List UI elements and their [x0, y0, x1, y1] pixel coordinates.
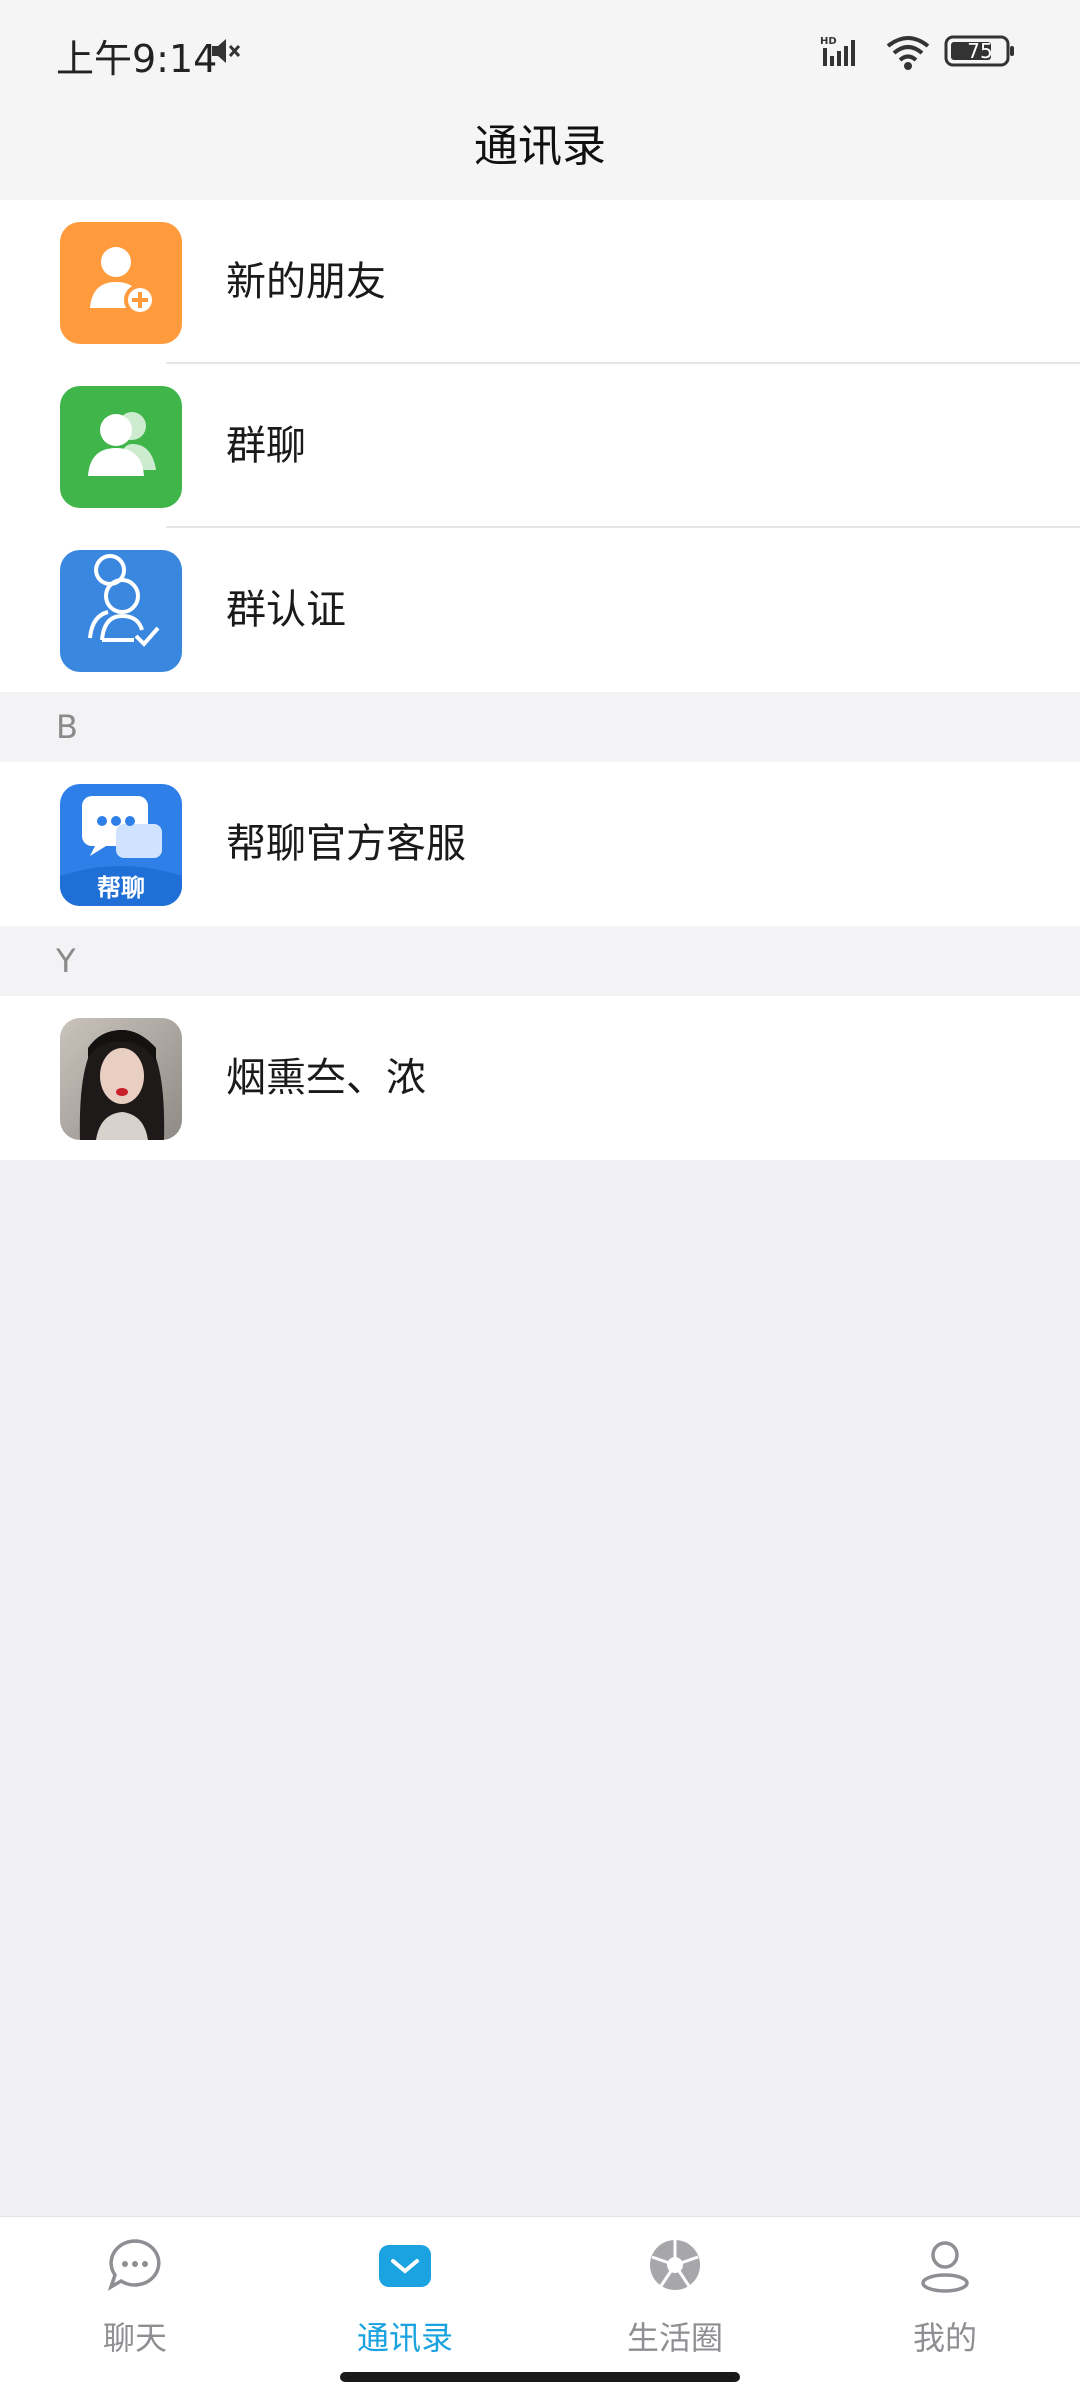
tab-chat[interactable]: 聊天: [0, 2217, 270, 2400]
battery-level: 75: [967, 39, 993, 63]
home-indicator[interactable]: [340, 2372, 740, 2382]
status-time: 上午9:14: [56, 37, 218, 81]
contact-name: 帮聊官方客服: [226, 821, 466, 867]
svg-text:HD: HD: [820, 36, 837, 47]
user-photo: [60, 1018, 182, 1140]
group-chat-item[interactable]: 群聊: [0, 364, 1080, 528]
official-service-icon: 帮聊: [60, 784, 182, 906]
tab-label: 通讯录: [356, 2319, 453, 2357]
tab-label: 聊天: [102, 2319, 167, 2357]
mute-icon: [212, 39, 241, 63]
contact-official-service[interactable]: 帮聊 帮聊官方客服: [0, 762, 1080, 926]
tab-label: 我的: [912, 2319, 977, 2357]
new-friends-item[interactable]: 新的朋友: [0, 200, 1080, 364]
menu-label-new-friends: 新的朋友: [226, 259, 386, 305]
signal-icon: HD: [820, 36, 855, 66]
person-icon: [921, 2241, 969, 2293]
section-header-b: B: [0, 692, 1080, 762]
page-title: 通讯录: [474, 121, 606, 172]
contact-list: 新的朋友 群聊 群认证 B 帮聊 帮聊官方客服 Y 烟熏夳、浓: [0, 200, 1080, 1160]
chat-bubble-icon: [107, 2239, 161, 2291]
section-header-y: Y: [0, 926, 1080, 996]
group-chat-icon: [60, 386, 182, 508]
group-verify-item[interactable]: 群认证: [0, 528, 1080, 692]
tab-me[interactable]: 我的: [810, 2217, 1080, 2400]
contacts-screen: 上午9:14 HD 75 通讯录 新的朋友 群聊 群认证 B 帮聊 帮聊官方客服…: [0, 0, 1080, 2400]
wifi-icon: [886, 36, 930, 70]
menu-label-group-verify: 群认证: [226, 587, 346, 633]
add-friend-icon: [60, 222, 182, 344]
official-service-avatar-text: 帮聊: [97, 874, 145, 902]
contact-user[interactable]: 烟熏夳、浓: [0, 996, 1080, 1160]
tab-label: 生活圈: [626, 2319, 723, 2357]
group-verify-icon: [60, 550, 182, 672]
top-bar: 上午9:14 HD 75 通讯录: [0, 0, 1080, 200]
contacts-mail-icon: [379, 2245, 431, 2287]
aperture-icon: [650, 2240, 700, 2290]
menu-label-group-chat: 群聊: [226, 423, 306, 469]
contact-name: 烟熏夳、浓: [226, 1055, 426, 1101]
